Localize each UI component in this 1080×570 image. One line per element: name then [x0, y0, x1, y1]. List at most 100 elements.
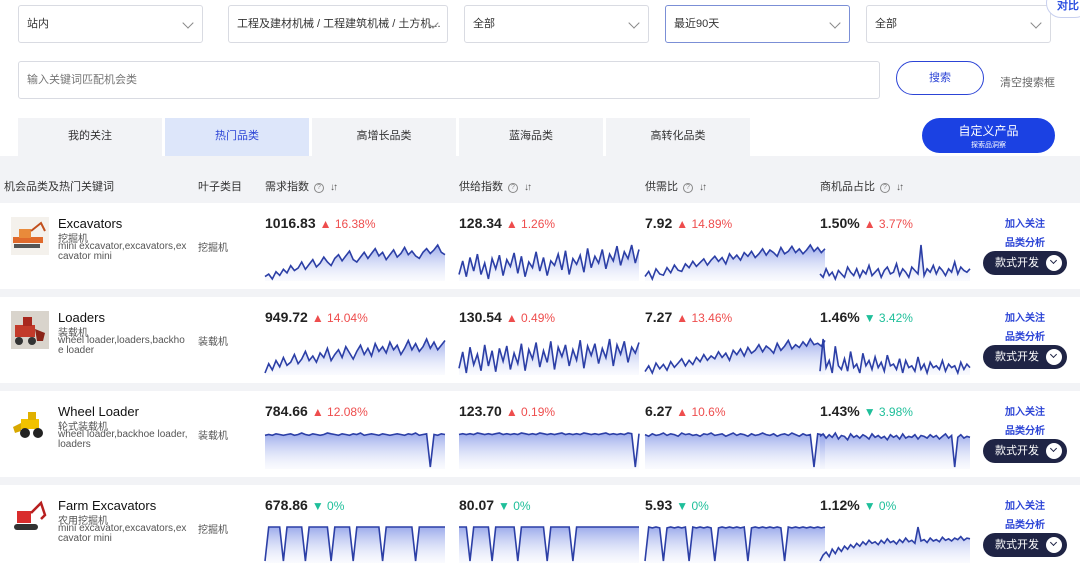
ratio-value: 5.93	[645, 497, 673, 513]
sort-icon[interactable]: ↓↑	[699, 182, 707, 193]
follow-link[interactable]: 加入关注	[1005, 215, 1045, 230]
table-row: Wheel Loader 轮式装载机 wheel loader,backhoe …	[0, 391, 1080, 477]
style-develop-button[interactable]: 款式开发	[983, 439, 1067, 463]
product-keywords: mini excavator,excavators,excavator mini	[58, 523, 187, 544]
table-header: 机会品类及热门关键词 叶子类目 需求指数? ↓↑ 供给指数? ↓↑ 供需比? ↓↑ 商…	[0, 168, 1080, 202]
column-share[interactable]: 商机品占比? ↓↑	[820, 178, 904, 194]
supply-sparkline	[458, 432, 640, 469]
opportunity-share: 1.50% ▲ 3.77%	[819, 215, 971, 282]
clear-search-link[interactable]: 清空搜索框	[1000, 74, 1055, 90]
region-select[interactable]: 全部	[464, 5, 649, 43]
style-develop-button[interactable]: 款式开发	[983, 533, 1067, 557]
sparkline-area	[265, 245, 445, 281]
farm-excavator-photo-icon	[11, 499, 49, 537]
supply-sparkline	[458, 244, 640, 281]
category-select[interactable]: 工程及建材机械 / 工程建筑机械 / 土方机...	[228, 5, 448, 43]
sort-icon[interactable]: ↓↑	[524, 182, 532, 193]
share-value: 1.46%	[820, 309, 860, 325]
style-develop-label: 款式开发	[995, 257, 1039, 269]
supply-sparkline	[459, 526, 639, 563]
share-change: ▼ 3.98%	[863, 405, 913, 419]
tab-high-conversion[interactable]: 高转化品类	[606, 118, 750, 156]
help-icon[interactable]: ?	[314, 183, 324, 193]
column-ratio-label: 供需比	[645, 181, 678, 193]
sparkline-area	[820, 339, 970, 375]
tab-blue-ocean[interactable]: 蓝海品类	[459, 118, 603, 156]
tab-high-growth[interactable]: 高增长品类	[312, 118, 456, 156]
product-keywords: wheel loader,backhoe loader,loaders	[58, 429, 188, 450]
sparkline-area	[645, 339, 825, 375]
share-change: ▼ 0%	[863, 499, 897, 513]
excavator-photo-icon	[11, 217, 49, 255]
compare-button[interactable]: 对比	[1046, 0, 1080, 18]
help-icon[interactable]: ?	[508, 183, 518, 193]
demand-value: 1016.83	[265, 215, 316, 231]
sort-icon[interactable]: ↓↑	[896, 182, 904, 193]
supply-value: 130.54	[459, 309, 502, 325]
sparkline-area	[820, 527, 970, 563]
share-change: ▲ 3.77%	[863, 217, 913, 231]
share-change: ▼ 3.42%	[863, 311, 913, 325]
custom-product-button[interactable]: 自定义产品 探索品洞察	[922, 118, 1055, 153]
period-select[interactable]: 最近90天	[665, 5, 850, 43]
sparkline-area	[820, 433, 970, 469]
custom-product-title: 自定义产品	[958, 124, 1019, 138]
product-name[interactable]: Wheel Loader	[58, 404, 139, 419]
table-row: Farm Excavators 农用挖掘机 mini excavator,exc…	[0, 485, 1080, 570]
supply-value: 123.70	[459, 403, 502, 419]
opportunity-share: 1.12% ▼ 0%	[819, 497, 971, 563]
table-row: Loaders 装载机 wheel loader,loaders,backhoe…	[0, 297, 1080, 383]
ratio-value: 7.27	[645, 309, 673, 325]
follow-link[interactable]: 加入关注	[1005, 403, 1045, 418]
tab-hot-categories[interactable]: 热门品类	[165, 118, 309, 156]
other-select[interactable]: 全部	[866, 5, 1051, 43]
product-name[interactable]: Loaders	[58, 310, 105, 325]
category-analysis-link[interactable]: 品类分析	[1005, 328, 1045, 343]
ratio-value: 7.92	[645, 215, 673, 231]
supply-demand-ratio: 6.27 ▲ 10.6%	[644, 403, 826, 469]
category-analysis-link[interactable]: 品类分析	[1005, 234, 1045, 249]
help-icon[interactable]: ?	[683, 183, 693, 193]
tab-my-follow[interactable]: 我的关注	[18, 118, 162, 156]
chevron-down-icon	[1046, 537, 1062, 553]
style-develop-button[interactable]: 款式开发	[983, 251, 1067, 275]
ratio-change: ▲ 14.89%	[676, 217, 733, 231]
share-value: 1.43%	[820, 403, 860, 419]
demand-change: ▲ 16.38%	[319, 217, 376, 231]
ratio-sparkline	[644, 243, 826, 282]
column-share-label: 商机品占比	[820, 181, 875, 193]
leaf-category: 挖掘机	[198, 525, 228, 536]
column-supply[interactable]: 供给指数? ↓↑	[459, 178, 532, 194]
ratio-sparkline	[644, 432, 826, 469]
product-name[interactable]: Excavators	[58, 216, 122, 231]
demand-value: 678.86	[265, 497, 308, 513]
product-name[interactable]: Farm Excavators	[58, 498, 156, 513]
style-develop-button[interactable]: 款式开发	[983, 345, 1067, 369]
column-demand[interactable]: 需求指数? ↓↑	[265, 178, 338, 194]
keyword-search-input[interactable]	[18, 61, 880, 99]
chevron-down-icon	[1046, 349, 1062, 365]
category-select-value: 工程及建材机械 / 工程建筑机械 / 土方机...	[237, 18, 441, 30]
leaf-category: 装载机	[198, 337, 228, 348]
help-icon[interactable]: ?	[880, 183, 890, 193]
column-product: 机会品类及热门关键词	[4, 181, 114, 193]
chevron-down-icon	[628, 17, 640, 29]
opportunity-share: 1.46% ▼ 3.42%	[819, 309, 971, 376]
supply-demand-ratio: 7.92 ▲ 14.89%	[644, 215, 826, 282]
site-select[interactable]: 站内	[18, 5, 203, 43]
column-ratio[interactable]: 供需比? ↓↑	[645, 178, 707, 194]
follow-link[interactable]: 加入关注	[1005, 497, 1045, 512]
supply-value: 80.07	[459, 497, 495, 513]
supply-change: ▲ 0.19%	[505, 405, 556, 419]
product-keywords: wheel loader,loaders,backhoe loader	[58, 335, 185, 356]
category-analysis-link[interactable]: 品类分析	[1005, 422, 1045, 437]
demand-index: 678.86 ▼ 0%	[264, 497, 445, 563]
custom-product-subtitle: 探索品洞察	[971, 142, 1006, 149]
share-sparkline	[819, 526, 971, 563]
category-analysis-link[interactable]: 品类分析	[1005, 516, 1045, 531]
demand-sparkline	[264, 432, 446, 469]
column-demand-label: 需求指数	[265, 181, 309, 193]
search-button[interactable]: 搜索	[896, 61, 984, 95]
sort-icon[interactable]: ↓↑	[330, 182, 338, 193]
follow-link[interactable]: 加入关注	[1005, 309, 1045, 324]
